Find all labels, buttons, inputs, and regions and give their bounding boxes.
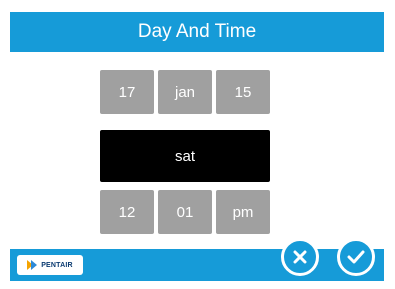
hour-tile[interactable]: 12 xyxy=(100,190,154,234)
day-time-screen: Day And Time 17 jan 15 sat 12 01 pm PENT… xyxy=(10,12,384,281)
confirm-button[interactable] xyxy=(337,238,375,276)
cancel-button[interactable] xyxy=(281,238,319,276)
minute-tile[interactable]: 01 xyxy=(158,190,212,234)
pentair-mark-icon xyxy=(27,260,38,270)
page-title: Day And Time xyxy=(10,12,384,52)
check-icon xyxy=(347,250,365,264)
meridiem-tile[interactable]: pm xyxy=(216,190,270,234)
brand-name: PENTAIR xyxy=(41,261,73,269)
footer-bar: PENTAIR xyxy=(10,249,384,281)
pentair-logo: PENTAIR xyxy=(17,255,83,275)
weekday-tile[interactable]: sat xyxy=(100,130,270,182)
month-tile[interactable]: jan xyxy=(158,70,212,114)
year-tile[interactable]: 15 xyxy=(216,70,270,114)
close-icon xyxy=(293,250,307,264)
day-of-month-tile[interactable]: 17 xyxy=(100,70,154,114)
